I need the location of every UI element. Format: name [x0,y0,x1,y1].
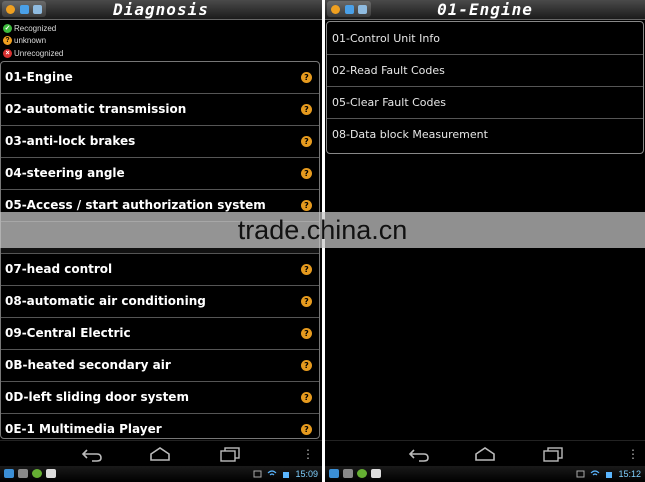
back-icon [81,449,102,462]
home-icon [475,447,495,461]
navigation-bar: ⋮ [325,440,645,467]
menu-item-clear-fault-codes[interactable]: 05-Clear Fault Codes [327,87,643,119]
legend-recognized: ✓ Recognized [3,22,63,35]
module-label: 03-anti-lock brakes [5,134,136,148]
engine-function-list: 01-Control Unit Info 02-Read Fault Codes… [326,21,644,154]
back-icon [408,449,429,462]
module-label: 01-Engine [5,70,73,84]
recent-apps-button[interactable] [218,445,242,463]
module-label: 02-automatic transmission [5,102,187,116]
question-mark-icon: ? [301,168,312,179]
title-bar: 01-Engine [325,0,645,20]
status-bar: 15:12 [325,466,645,482]
image-icon [46,469,56,478]
module-item-anti-lock-brakes[interactable]: 03-anti-lock brakes ? [1,126,319,158]
cloud-icon [18,469,28,478]
module-label: 0E-1 Multimedia Player [5,422,162,436]
question-mark-icon: ? [301,360,312,371]
cloud-icon [343,469,353,478]
home-button[interactable] [148,445,172,463]
question-mark-icon: ? [301,392,312,403]
recent-apps-button[interactable] [541,445,565,463]
watermark: trade.china.cn [0,212,645,248]
page-title: 01-Engine [437,0,533,19]
menu-overflow-icon[interactable]: ⋮ [627,446,639,462]
home-icon [150,447,170,461]
module-label: 09-Central Electric [5,326,131,340]
menu-item-data-block-measurement[interactable]: 08-Data block Measurement [327,119,643,151]
wifi-icon [591,470,600,476]
legend-label: Unrecognized [14,48,64,58]
module-item-multimedia-player[interactable]: 0E-1 Multimedia Player ? [1,414,319,438]
title-bar: Diagnosis [0,0,322,20]
module-item-head-control[interactable]: 07-head control ? [1,254,319,286]
back-button[interactable] [80,445,104,463]
legend-label: unknown [14,36,47,46]
menu-overflow-icon[interactable]: ⋮ [302,446,314,462]
image-icon [371,469,381,478]
question-mark-icon: ? [301,328,312,339]
question-mark-icon: ? [301,72,312,83]
legend-unknown: ? unknown [3,35,63,48]
menu-item-control-unit-info[interactable]: 01-Control Unit Info [327,23,643,55]
menu-label: 01-Control Unit Info [332,32,440,45]
module-item-central-electric[interactable]: 09-Central Electric ? [1,318,319,350]
question-mark-icon: ? [301,136,312,147]
question-circle-icon: ? [3,36,12,46]
check-circle-icon: ✓ [3,23,12,33]
module-item-left-sliding-door[interactable]: 0D-left sliding door system ? [1,382,319,414]
module-label: 07-head control [5,262,113,276]
recent-apps-icon [543,447,563,462]
clock: 15:12 [618,469,641,479]
recent-apps-icon [220,447,240,462]
back-button[interactable] [407,445,431,463]
module-label: 0D-left sliding door system [5,390,189,404]
module-label: 0B-heated secondary air [5,358,171,372]
menu-item-read-fault-codes[interactable]: 02-Read Fault Codes [327,55,643,87]
signal-icon [606,472,613,478]
question-mark-icon: ? [301,104,312,115]
page-title: Diagnosis [113,0,209,19]
menu-label: 05-Clear Fault Codes [332,96,447,109]
battery-icon [576,470,585,478]
system-tray: 15:09 [253,466,318,482]
module-list: 01-Engine ? 02-automatic transmission ? … [0,61,320,439]
status-bar: 15:09 [0,466,322,482]
module-item-heated-secondary-air[interactable]: 0B-heated secondary air ? [1,350,319,382]
module-item-engine[interactable]: 01-Engine ? [1,62,319,94]
signal-icon [283,472,290,478]
notification-icon [329,469,339,478]
navigation-bar: ⋮ [0,440,322,467]
app-status-icon [357,469,367,478]
question-mark-icon: ? [301,424,312,435]
question-mark-icon: ? [301,296,312,307]
wifi-icon [268,470,277,476]
battery-icon [253,470,262,478]
clock: 15:09 [295,469,318,479]
system-tray: 15:12 [576,466,641,482]
module-label: 04-steering angle [5,166,125,180]
notification-icon [4,469,14,478]
notification-icons [4,469,56,478]
legend-unrecognized: × Unrecognized [3,47,63,60]
module-label: 08-automatic air conditioning [5,294,206,308]
app-status-icon [32,469,42,478]
notification-icons [329,469,381,478]
module-item-steering-angle[interactable]: 04-steering angle ? [1,158,319,190]
question-mark-icon: ? [301,264,312,275]
legend-label: Recognized [14,23,57,33]
module-item-automatic-transmission[interactable]: 02-automatic transmission ? [1,94,319,126]
x-circle-icon: × [3,48,12,58]
question-mark-icon: ? [301,200,312,211]
menu-label: 08-Data block Measurement [332,128,488,141]
menu-label: 02-Read Fault Codes [332,64,445,77]
status-legend: ✓ Recognized ? unknown × Unrecognized [3,22,63,60]
home-button[interactable] [473,445,497,463]
module-item-automatic-air-conditioning[interactable]: 08-automatic air conditioning ? [1,286,319,318]
